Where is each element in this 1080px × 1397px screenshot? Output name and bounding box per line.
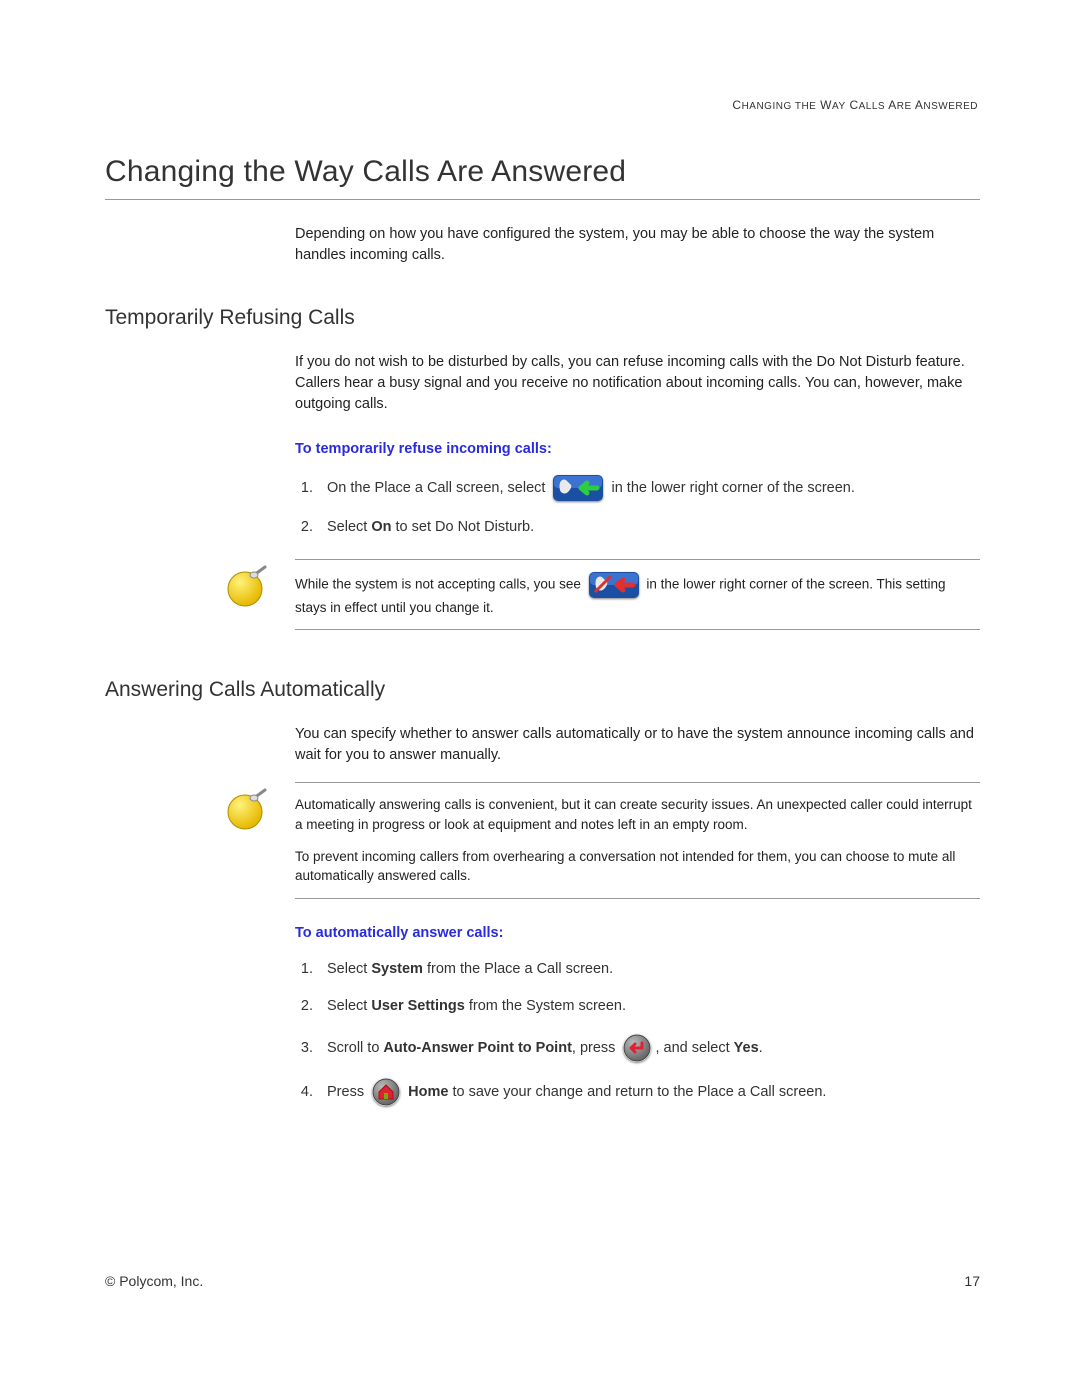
step1-text-a: On the Place a Call screen, select: [327, 480, 549, 496]
page-footer: © Polycom, Inc. 17: [105, 1273, 980, 1289]
pushpin-icon: [225, 565, 269, 609]
section-answering-automatically: Answering Calls Automatically You can sp…: [105, 678, 980, 1106]
running-header-text: CHANGING THE WAY CALLS ARE ANSWERED: [732, 98, 978, 112]
note-block-1: While the system is not accepting calls,…: [225, 559, 980, 631]
phone-dnd-icon: [589, 572, 639, 598]
procedure-steps-2: Select System from the Place a Call scre…: [295, 959, 980, 1107]
footer-page-number: 17: [964, 1273, 980, 1289]
s2-step4-b: to save your change and return to the Pl…: [448, 1084, 826, 1100]
s2-step4-a: Press: [327, 1084, 368, 1100]
section2-body: You can specify whether to answer calls …: [295, 724, 980, 766]
step-2: Select On to set Do Not Disturb.: [317, 517, 980, 539]
s2-step2-a: Select: [327, 998, 371, 1014]
intro-block: Depending on how you have configured the…: [295, 224, 980, 266]
procedure-heading-2: To automatically answer calls:: [295, 925, 980, 941]
section2-body-block: You can specify whether to answer calls …: [295, 724, 980, 766]
section1-body-block: If you do not wish to be disturbed by ca…: [295, 352, 980, 539]
s2-step4: Press: [317, 1078, 980, 1106]
note2-p2: To prevent incoming callers from overhea…: [295, 847, 980, 886]
s2-step3-e: .: [759, 1040, 763, 1056]
pushpin-icon-2: [225, 788, 269, 832]
running-header: CHANGING THE WAY CALLS ARE ANSWERED: [732, 98, 978, 112]
page-title: Changing the Way Calls Are Answered: [105, 155, 980, 189]
s2-step1-b: from the Place a Call screen.: [423, 961, 613, 977]
note-content-1: While the system is not accepting calls,…: [295, 559, 980, 631]
s2-step3-yes: Yes: [734, 1040, 759, 1056]
procedure-heading: To temporarily refuse incoming calls:: [295, 441, 980, 457]
step2-text-b: to set Do Not Disturb.: [391, 519, 534, 535]
section2-heading: Answering Calls Automatically: [105, 678, 980, 702]
section-heading: Temporarily Refusing Calls: [105, 306, 980, 330]
s2-step3-b: Auto-Answer Point to Point: [383, 1040, 571, 1056]
s2-step2-us: User Settings: [371, 998, 464, 1014]
phone-available-icon: [553, 475, 603, 501]
section1-body: If you do not wish to be disturbed by ca…: [295, 352, 980, 415]
s2-step2: Select User Settings from the System scr…: [317, 996, 980, 1018]
intro-paragraph: Depending on how you have configured the…: [295, 224, 980, 266]
s2-step3-d: , and select: [655, 1040, 733, 1056]
title-rule: [105, 199, 980, 200]
note1-text: While the system is not accepting calls,…: [295, 572, 980, 618]
note2-p1: Automatically answering calls is conveni…: [295, 795, 980, 834]
procedure-steps: On the Place a Call screen, select in th…: [295, 475, 980, 539]
section-temporarily-refusing: Temporarily Refusing Calls If you do not…: [105, 306, 980, 630]
step2-on: On: [371, 519, 391, 535]
section2-proc-block: To automatically answer calls: Select Sy…: [295, 925, 980, 1107]
document-page: CHANGING THE WAY CALLS ARE ANSWERED Chan…: [0, 0, 1080, 1397]
s2-step3-c: , press: [572, 1040, 620, 1056]
enter-button-icon: [623, 1034, 651, 1062]
step1-text-b: in the lower right corner of the screen.: [611, 480, 854, 496]
note-content-2: Automatically answering calls is conveni…: [295, 782, 980, 898]
step2-text-a: Select: [327, 519, 371, 535]
footer-copyright: © Polycom, Inc.: [105, 1273, 203, 1289]
note-block-2: Automatically answering calls is conveni…: [225, 782, 980, 898]
s2-step3-a: Scroll to: [327, 1040, 383, 1056]
note1-a: While the system is not accepting calls,…: [295, 576, 585, 591]
s2-step3: Scroll to Auto-Answer Point to Point, pr…: [317, 1034, 980, 1062]
home-button-icon: [372, 1078, 400, 1106]
s2-step2-b: from the System screen.: [465, 998, 626, 1014]
s2-step1-sys: System: [371, 961, 423, 977]
s2-step4-home: Home: [408, 1084, 448, 1100]
step-1: On the Place a Call screen, select in th…: [317, 475, 980, 501]
s2-step1-a: Select: [327, 961, 371, 977]
s2-step1: Select System from the Place a Call scre…: [317, 959, 980, 981]
